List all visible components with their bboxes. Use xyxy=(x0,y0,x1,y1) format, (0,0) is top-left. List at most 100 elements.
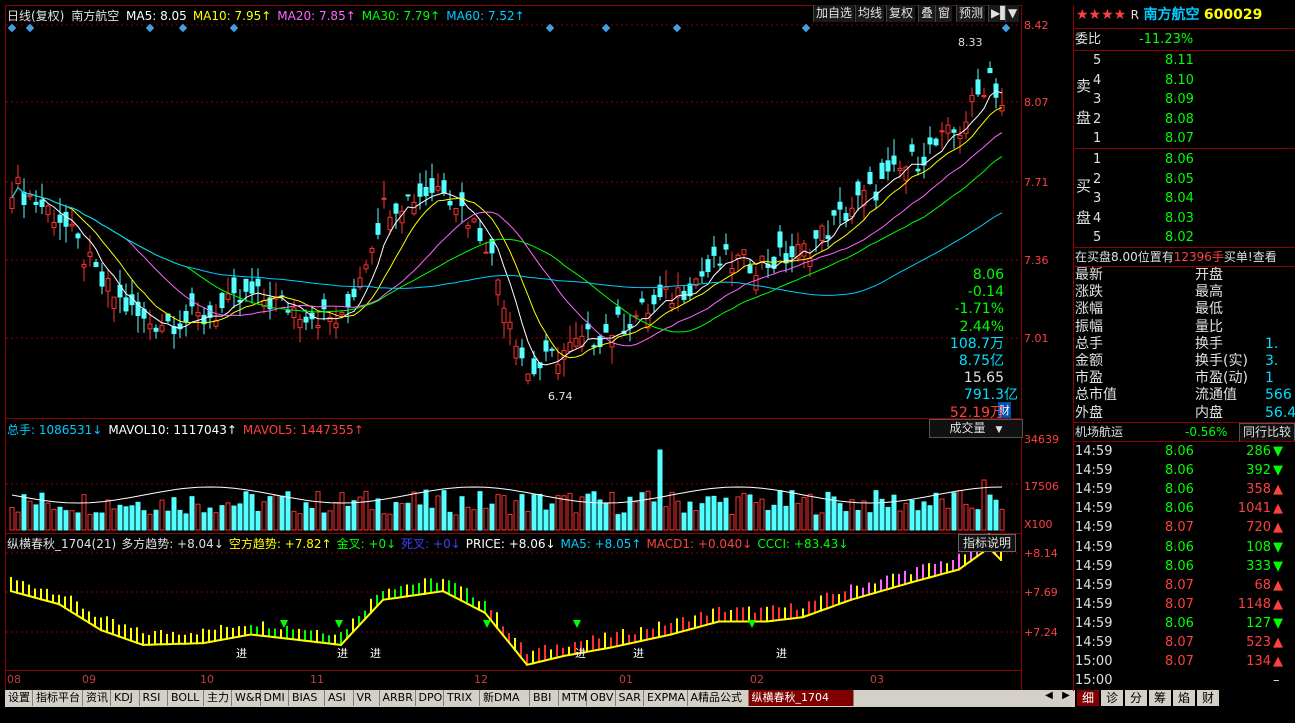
peer-compare-button[interactable]: 同行比较 xyxy=(1239,423,1295,442)
info-marker-icon[interactable] xyxy=(672,23,682,33)
sell-level-row[interactable]: 4 8.10 xyxy=(1093,72,1194,89)
tick-price: 8.07 xyxy=(1165,654,1194,670)
volume-bar xyxy=(933,492,939,531)
indicator-histogram-bar xyxy=(220,624,222,641)
trade-tick-row: 14:59 8.07 523 ▲ xyxy=(1075,634,1283,651)
quote-tab[interactable]: 细 xyxy=(1077,690,1099,706)
volume-bar xyxy=(189,496,195,531)
buy-level-row[interactable]: 4 8.03 xyxy=(1093,210,1194,227)
low-price-mark: 6.74 xyxy=(548,390,573,403)
price-axis-tick: 8.42 xyxy=(1024,19,1049,32)
info-marker-icon[interactable] xyxy=(801,23,811,33)
info-marker-icon[interactable] xyxy=(178,23,188,33)
indicator-tab[interactable]: 指标平台 xyxy=(33,690,83,706)
candle-body xyxy=(453,208,459,216)
toolbar-button[interactable]: 复权 xyxy=(886,5,916,22)
volume-bar xyxy=(393,502,399,531)
indicator-tab[interactable]: BBI xyxy=(530,690,559,706)
indicator-tab[interactable]: ASI xyxy=(325,690,354,706)
buy-level-row[interactable]: 5 8.02 xyxy=(1093,229,1194,246)
indicator-tab[interactable]: 主力 xyxy=(204,690,232,706)
sell-level-row[interactable]: 1 8.07 xyxy=(1093,130,1194,147)
indicator-tab[interactable]: BOLL xyxy=(168,690,204,706)
quote-tab[interactable]: 筹 xyxy=(1149,690,1171,706)
notice-view-link[interactable]: 查看 xyxy=(1253,250,1277,264)
info-marker-icon[interactable] xyxy=(7,23,17,33)
toolbar-button[interactable]: 加自选 xyxy=(813,5,855,22)
indicator-tab[interactable]: ARBR xyxy=(379,690,416,706)
candle-body xyxy=(231,277,237,294)
volume-bar xyxy=(741,492,747,531)
indicator-tab[interactable]: VR xyxy=(353,690,380,706)
volume-bar xyxy=(963,503,969,531)
candle-body xyxy=(9,197,15,209)
volume-bar xyxy=(819,512,825,531)
sell-level-row[interactable]: 2 8.08 xyxy=(1093,111,1194,128)
indicator-tab[interactable]: BIAS xyxy=(289,690,325,706)
indicator-tab[interactable]: KDJ xyxy=(111,690,140,706)
volume-bar xyxy=(909,499,915,531)
info-marker-icon[interactable] xyxy=(601,23,611,33)
info-marker-icon[interactable] xyxy=(1001,23,1011,33)
indicator-tab[interactable]: 新DMA xyxy=(480,690,530,706)
volume-bar xyxy=(405,502,411,531)
volume-bar xyxy=(735,496,741,531)
toolbar-button[interactable]: 窗 xyxy=(935,5,953,22)
toolbar-button[interactable]: 均线 xyxy=(855,5,885,22)
indicator-tab[interactable]: DMI xyxy=(260,690,289,706)
level-number: 1 xyxy=(1093,152,1102,167)
volume-bar xyxy=(9,506,15,531)
indicator-tab[interactable]: 设置 xyxy=(5,690,33,706)
arrow-up-icon: ▲ xyxy=(1273,596,1283,612)
volume-bar xyxy=(411,491,417,531)
indicator-tab[interactable]: MTM xyxy=(558,690,587,706)
volume-bar xyxy=(417,504,423,531)
indicator-tab[interactable]: RSI xyxy=(139,690,168,706)
candle-body xyxy=(219,292,225,309)
indicator-tab[interactable]: A精品公式 xyxy=(687,690,749,706)
buy-level-row[interactable]: 3 8.04 xyxy=(1093,190,1194,207)
indicator-tab[interactable]: 资讯 xyxy=(83,690,111,706)
indicator-tab[interactable]: W&R xyxy=(232,690,262,706)
toolbar-button[interactable]: 叠 xyxy=(918,5,936,22)
tick-time: 14:59 xyxy=(1075,558,1113,574)
sell-level-row[interactable]: 5 8.11 xyxy=(1093,52,1194,69)
candle-body xyxy=(909,144,915,152)
indicator-tab[interactable]: DPO xyxy=(415,690,444,706)
toolbar-button[interactable]: 预测 xyxy=(956,5,986,22)
quote-tab[interactable]: 财 xyxy=(1197,690,1219,706)
volume-bar xyxy=(315,491,321,531)
big-order-notice[interactable]: 在买盘8.00位置有12396手买单!查看 xyxy=(1075,249,1277,266)
candle-body xyxy=(327,316,333,322)
volume-indicator-dropdown[interactable]: 成交量 ▼ xyxy=(929,419,1023,438)
quote-tab[interactable]: 焰 xyxy=(1173,690,1195,706)
candle-body xyxy=(333,322,339,329)
volume-bar xyxy=(543,509,549,531)
sell-level-row[interactable]: 3 8.09 xyxy=(1093,91,1194,108)
buy-level-row[interactable]: 2 8.05 xyxy=(1093,171,1194,188)
buy-level-row[interactable]: 1 8.06 xyxy=(1093,151,1194,168)
candle-body xyxy=(717,263,723,266)
indicator-histogram-bar xyxy=(766,606,768,623)
volume-bar xyxy=(597,499,603,531)
quote-tab[interactable]: 诊 xyxy=(1101,690,1123,706)
volume-bar xyxy=(621,512,627,531)
scroll-right-icon[interactable]: ▶ xyxy=(1058,690,1074,701)
weibi-label: 委比 xyxy=(1075,32,1102,47)
quote-tab[interactable]: 分 xyxy=(1125,690,1147,706)
indicator-histogram-bar xyxy=(136,627,138,644)
volume-bar xyxy=(123,506,129,531)
chevron-down-icon[interactable]: ▼ xyxy=(1005,5,1020,22)
indicator-tab[interactable]: 纵横春秋_1704 xyxy=(748,690,854,706)
indicator-help-button[interactable]: 指标说明 xyxy=(958,534,1017,552)
indicator-tab[interactable]: SAR xyxy=(615,690,644,706)
volume-bar xyxy=(141,510,147,531)
indicator-tab[interactable]: TRIX xyxy=(444,690,480,706)
indicator-histogram-bar xyxy=(760,607,762,623)
volume-bar xyxy=(261,501,267,531)
indicator-tab[interactable]: EXPMA xyxy=(644,690,688,706)
indicator-tab[interactable]: OBV xyxy=(587,690,616,706)
indicator-axis-tick: +8.14 xyxy=(1024,547,1058,560)
volume-bar xyxy=(201,512,207,531)
scroll-left-icon[interactable]: ◀ xyxy=(1041,690,1057,701)
